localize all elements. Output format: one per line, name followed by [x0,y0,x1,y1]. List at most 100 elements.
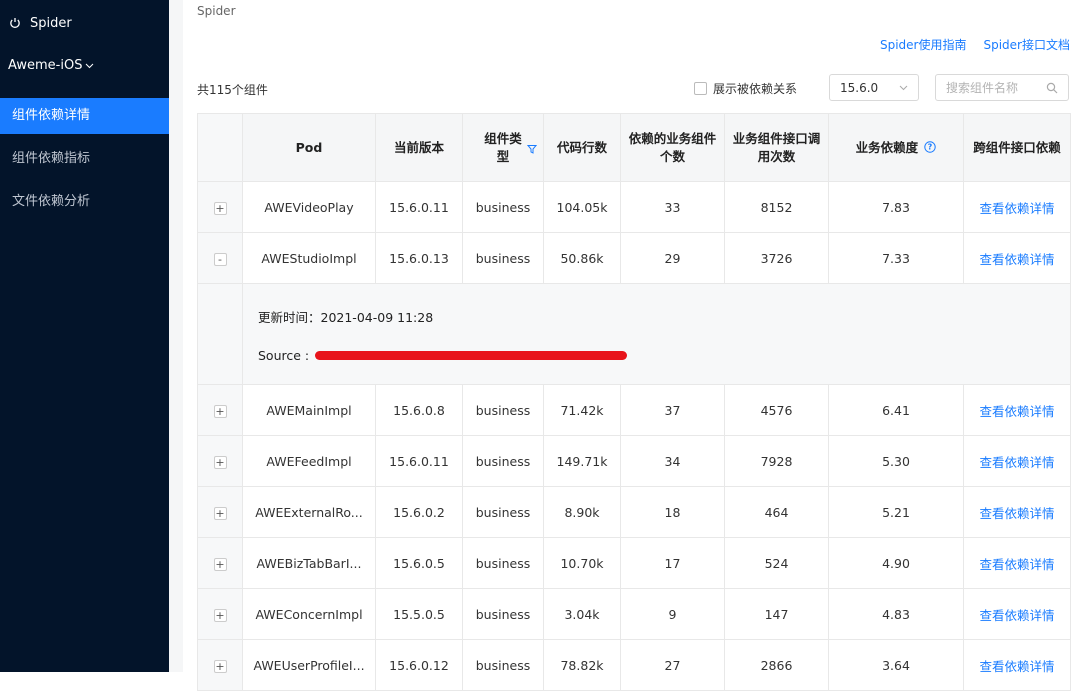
cell-type: business [462,232,544,284]
brand[interactable]: Spider [8,13,72,33]
expand-button[interactable]: + [213,201,227,215]
cell-deps: 17 [620,537,725,589]
cell-version: 15.6.0.12 [375,639,463,691]
breadcrumb[interactable]: Spider [197,4,236,18]
sidebar-item-dependency-metrics[interactable]: 组件依赖指标 [0,141,169,177]
header-pod[interactable]: Pod [242,113,376,182]
api-docs-link[interactable]: Spider接口文档 [983,36,1070,53]
table-row: - AWEStudioImpl 15.6.0.13 business 50.86… [197,232,1071,284]
table-row: + AWEVideoPlay 15.6.0.11 business 104.05… [197,181,1071,233]
table-header-row: Pod 当前版本 组件类型 代码行数 依赖的业务组件个数 业务组件接口调用次数 … [197,113,1071,182]
header-type-label: 组件类型 [484,130,522,164]
view-details-link[interactable]: 查看依赖详情 [979,455,1054,470]
source-label: Source : [258,348,310,363]
show-dependents-label: 展示被依赖关系 [713,82,798,96]
components-table: Pod 当前版本 组件类型 代码行数 依赖的业务组件个数 业务组件接口调用次数 … [197,113,1071,691]
cell-lines: 10.70k [543,537,621,589]
search-icon[interactable] [1046,82,1058,94]
cell-lines: 50.86k [543,232,621,284]
expand-column-header [197,113,243,182]
header-deps[interactable]: 依赖的业务组件个数 [620,113,725,182]
show-dependents-toggle[interactable]: 展示被依赖关系 [694,80,797,97]
cell-lines: 78.82k [543,639,621,691]
cell-type: business [462,486,544,538]
cell-type: business [462,537,544,589]
brand-name: Spider [30,15,72,31]
sidebar-item-file-dependency-analysis[interactable]: 文件依赖分析 [0,184,169,220]
cell-degree: 7.33 [828,232,964,284]
chevron-down-icon [86,63,94,69]
chevron-down-icon [899,85,908,91]
header-degree[interactable]: 业务依赖度 ? [828,113,964,182]
cell-version: 15.6.0.5 [375,537,463,589]
cell-type: business [462,639,544,691]
detail-panel: 更新时间：2021-04-09 11:28 Source : [243,307,1070,363]
version-value: 15.6.0 [840,80,879,95]
cell-degree: 4.90 [828,537,964,589]
cell-lines: 104.05k [543,181,621,233]
guide-link[interactable]: Spider使用指南 [880,36,967,53]
view-details-link[interactable]: 查看依赖详情 [979,252,1054,267]
cell-calls: 7928 [724,435,829,487]
show-dependents-checkbox[interactable] [694,82,707,95]
source-redaction [315,351,628,360]
cell-version: 15.6.0.13 [375,232,463,284]
view-details-link[interactable]: 查看依赖详情 [979,659,1054,674]
cell-calls: 4576 [724,384,829,436]
cell-degree: 5.30 [828,435,964,487]
search-input[interactable] [946,80,1046,95]
cell-deps: 33 [620,181,725,233]
cell-deps: 37 [620,384,725,436]
header-type[interactable]: 组件类型 [462,113,544,182]
header-cross-deps[interactable]: 跨组件接口依赖 [963,113,1071,182]
table-row: + AWEFeedImpl 15.6.0.11 business 149.71k… [197,435,1071,487]
header-calls[interactable]: 业务组件接口调用次数 [724,113,829,182]
cell-deps: 9 [620,588,725,640]
cell-calls: 3726 [724,232,829,284]
expand-button[interactable]: + [213,659,227,673]
version-select[interactable]: 15.6.0 [829,74,919,101]
cell-version: 15.5.0.5 [375,588,463,640]
cell-degree: 4.83 [828,588,964,640]
table-row: + AWEMainImpl 15.6.0.8 business 71.42k 3… [197,384,1071,436]
spider-logo-icon [10,18,20,28]
expand-button[interactable]: + [213,608,227,622]
cell-pod: AWEUserProfileI... [242,639,376,691]
cell-pod: AWEBizTabBarI... [242,537,376,589]
cell-calls: 2866 [724,639,829,691]
view-details-link[interactable]: 查看依赖详情 [979,557,1054,572]
sidebar-item-dependency-details[interactable]: 组件依赖详情 [0,98,169,134]
cell-deps: 18 [620,486,725,538]
cell-pod: AWEStudioImpl [242,232,376,284]
help-icon[interactable]: ? [924,140,937,153]
cell-pod: AWEConcernImpl [242,588,376,640]
view-details-link[interactable]: 查看依赖详情 [979,506,1054,521]
expand-button[interactable]: + [213,557,227,571]
app-name: Aweme-iOS [8,58,83,73]
cell-pod: AWEMainImpl [242,384,376,436]
filter-icon[interactable] [527,144,537,154]
cell-pod: AWEExternalRo... [242,486,376,538]
cell-calls: 147 [724,588,829,640]
expand-button[interactable]: + [213,506,227,520]
view-details-link[interactable]: 查看依赖详情 [979,404,1054,419]
view-details-link[interactable]: 查看依赖详情 [979,201,1054,216]
search-box [935,74,1069,101]
cell-type: business [462,181,544,233]
cell-version: 15.6.0.11 [375,181,463,233]
expand-button[interactable]: + [213,455,227,469]
table-row: + AWEBizTabBarI... 15.6.0.5 business 10.… [197,537,1071,589]
cell-lines: 71.42k [543,384,621,436]
cell-lines: 149.71k [543,435,621,487]
view-details-link[interactable]: 查看依赖详情 [979,608,1054,623]
expand-button[interactable]: + [213,404,227,418]
content-panel: Spider Spider使用指南 Spider接口文档 共115个组件 展示被… [183,0,1080,691]
header-version[interactable]: 当前版本 [375,113,463,182]
cell-degree: 3.64 [828,639,964,691]
header-lines[interactable]: 代码行数 [543,113,621,182]
app-selector[interactable]: Aweme-iOS [8,58,94,73]
cell-lines: 8.90k [543,486,621,538]
cell-lines: 3.04k [543,588,621,640]
collapse-button[interactable]: - [213,252,227,266]
cell-version: 15.6.0.11 [375,435,463,487]
